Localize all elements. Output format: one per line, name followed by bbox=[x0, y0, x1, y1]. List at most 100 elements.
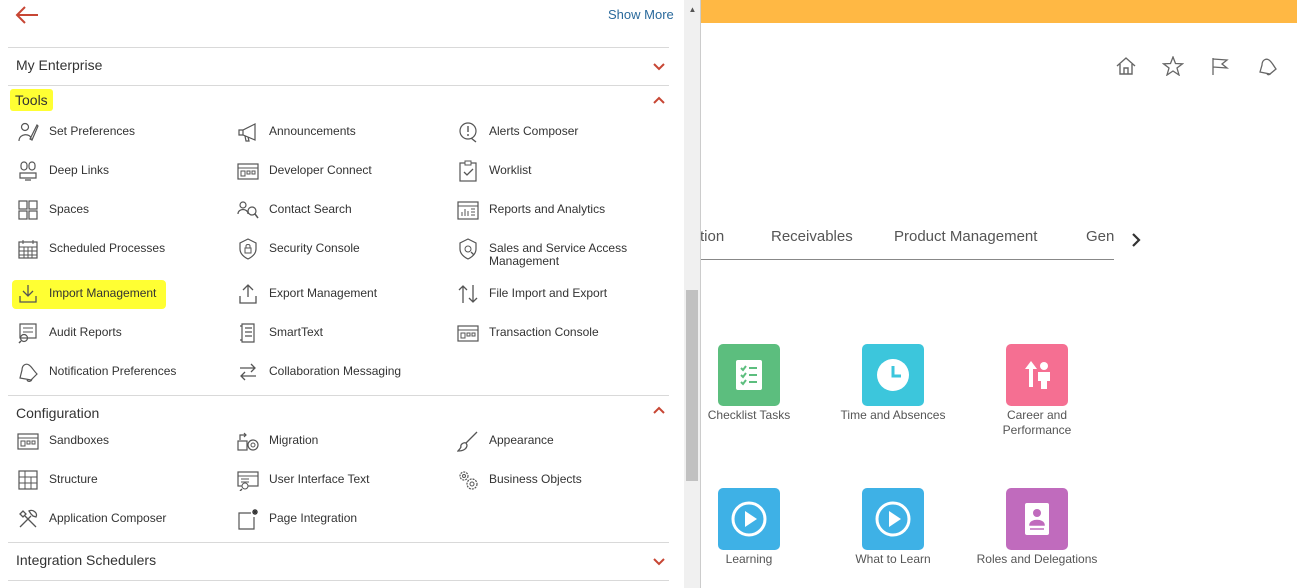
audit-reports-icon bbox=[16, 321, 40, 345]
smarttext-icon bbox=[236, 321, 260, 345]
bell-icon bbox=[16, 360, 40, 384]
nav-item-security-console[interactable]: Security Console bbox=[236, 237, 360, 261]
tile-what-to-learn[interactable]: What to Learn bbox=[828, 488, 958, 567]
play-icon bbox=[718, 488, 780, 550]
calendar-icon bbox=[16, 237, 40, 261]
nav-item-notification-preferences[interactable]: Notification Preferences bbox=[16, 360, 176, 384]
divider bbox=[8, 85, 669, 86]
chevron-up-icon[interactable] bbox=[651, 404, 667, 416]
career-icon bbox=[1006, 344, 1068, 406]
chevron-down-icon[interactable] bbox=[651, 61, 667, 73]
structure-icon bbox=[16, 468, 40, 492]
tile-time-and-absences[interactable]: Time and Absences bbox=[828, 344, 958, 423]
tab-receivables[interactable]: Receivables bbox=[771, 228, 853, 245]
header-icons bbox=[1112, 54, 1297, 78]
section-my-enterprise[interactable]: My Enterprise bbox=[16, 57, 102, 73]
alert-icon bbox=[456, 120, 480, 144]
tab-partial-right[interactable]: Gen bbox=[1086, 228, 1114, 245]
tile-checklist-tasks[interactable]: Checklist Tasks bbox=[684, 344, 814, 423]
export-icon bbox=[236, 282, 260, 306]
nav-item-announcements[interactable]: Announcements bbox=[236, 120, 356, 144]
tabs-next-chevron-icon[interactable] bbox=[1126, 229, 1146, 251]
favorites-star-icon[interactable] bbox=[1159, 54, 1187, 78]
megaphone-icon bbox=[236, 120, 260, 144]
brush-icon bbox=[456, 429, 480, 453]
play-icon bbox=[862, 488, 924, 550]
nav-item-alerts-composer[interactable]: Alerts Composer bbox=[456, 120, 578, 144]
ui-text-icon bbox=[236, 468, 260, 492]
contact-search-icon bbox=[236, 198, 260, 222]
sandbox-icon bbox=[16, 429, 40, 453]
app-tab-strip: tion Receivables Product Management Gen bbox=[700, 226, 1114, 260]
nav-item-worklist[interactable]: Worklist bbox=[456, 159, 531, 183]
nav-item-export-management[interactable]: Export Management bbox=[236, 282, 377, 306]
nav-item-sales-service-access-management[interactable]: Sales and Service Access Management bbox=[456, 237, 639, 268]
nav-item-transaction-console[interactable]: Transaction Console bbox=[456, 321, 599, 345]
nav-item-file-import-and-export[interactable]: File Import and Export bbox=[456, 282, 607, 306]
back-arrow-icon[interactable] bbox=[14, 4, 40, 26]
tab-partial-left[interactable]: tion bbox=[700, 228, 724, 245]
show-more-link[interactable]: Show More bbox=[608, 7, 674, 22]
import-icon bbox=[16, 282, 40, 306]
shield-gear-icon bbox=[456, 237, 480, 261]
section-configuration[interactable]: Configuration bbox=[16, 405, 99, 421]
nav-item-user-interface-text[interactable]: User Interface Text bbox=[236, 468, 370, 492]
lock-icon bbox=[236, 237, 260, 261]
file-import-export-icon bbox=[456, 282, 480, 306]
top-banner bbox=[700, 0, 1297, 23]
chevron-down-icon[interactable] bbox=[651, 556, 667, 568]
divider bbox=[8, 580, 669, 581]
clock-icon bbox=[862, 344, 924, 406]
worklist-icon bbox=[456, 159, 480, 183]
nav-item-scheduled-processes[interactable]: Scheduled Processes bbox=[16, 237, 165, 261]
tile-learning[interactable]: Learning bbox=[684, 488, 814, 567]
nav-item-collaboration-messaging[interactable]: Collaboration Messaging bbox=[236, 360, 401, 384]
chevron-up-icon[interactable] bbox=[651, 94, 667, 106]
scrollbar-thumb[interactable] bbox=[686, 290, 698, 481]
developer-connect-icon bbox=[236, 159, 260, 183]
tile-label: Roles and Delegations bbox=[976, 552, 1098, 566]
nav-item-application-composer[interactable]: Application Composer bbox=[16, 507, 166, 531]
tile-career-and-performance[interactable]: Career and Performance bbox=[972, 344, 1102, 438]
tile-roles-and-delegations[interactable]: Roles and Delegations bbox=[972, 488, 1102, 567]
nav-item-audit-reports[interactable]: Audit Reports bbox=[16, 321, 122, 345]
notifications-bell-icon[interactable] bbox=[1253, 54, 1281, 78]
scroll-up-arrow-icon[interactable]: ▲ bbox=[684, 0, 701, 18]
badge-icon bbox=[1006, 488, 1068, 550]
watchlist-flag-icon[interactable] bbox=[1206, 54, 1234, 78]
messaging-icon bbox=[236, 360, 260, 384]
nav-item-appearance[interactable]: Appearance bbox=[456, 429, 554, 453]
tools-icon bbox=[16, 507, 40, 531]
transaction-console-icon bbox=[456, 321, 480, 345]
navigator-scrollbar[interactable]: ▲ bbox=[684, 0, 701, 588]
tile-label: Career and Performance bbox=[1002, 408, 1072, 437]
reports-icon bbox=[456, 198, 480, 222]
nav-item-reports-and-analytics[interactable]: Reports and Analytics bbox=[456, 198, 605, 222]
tile-label: Time and Absences bbox=[840, 408, 946, 422]
nav-item-sandboxes[interactable]: Sandboxes bbox=[16, 429, 109, 453]
navigator-panel: Show More My Enterprise Tools Set Prefer… bbox=[0, 0, 684, 588]
nav-item-deep-links[interactable]: Deep Links bbox=[16, 159, 109, 183]
nav-item-set-preferences[interactable]: Set Preferences bbox=[16, 120, 135, 144]
nav-item-page-integration[interactable]: Page Integration bbox=[236, 507, 357, 531]
checklist-icon bbox=[718, 344, 780, 406]
divider bbox=[8, 395, 669, 396]
tile-label: Checklist Tasks bbox=[707, 408, 791, 422]
tile-label: Learning bbox=[725, 552, 773, 566]
section-tools[interactable]: Tools bbox=[10, 89, 53, 111]
nav-item-business-objects[interactable]: Business Objects bbox=[456, 468, 582, 492]
deep-links-icon bbox=[16, 159, 40, 183]
home-icon[interactable] bbox=[1112, 54, 1140, 78]
nav-item-structure[interactable]: Structure bbox=[16, 468, 98, 492]
set-preferences-icon bbox=[16, 120, 40, 144]
divider bbox=[8, 542, 669, 543]
nav-item-spaces[interactable]: Spaces bbox=[16, 198, 89, 222]
nav-item-developer-connect[interactable]: Developer Connect bbox=[236, 159, 372, 183]
migration-icon bbox=[236, 429, 260, 453]
tab-product-management[interactable]: Product Management bbox=[894, 228, 1037, 245]
nav-item-contact-search[interactable]: Contact Search bbox=[236, 198, 352, 222]
nav-item-migration[interactable]: Migration bbox=[236, 429, 318, 453]
section-integration-schedulers[interactable]: Integration Schedulers bbox=[16, 552, 156, 568]
nav-item-smarttext[interactable]: SmartText bbox=[236, 321, 323, 345]
nav-item-import-management[interactable]: Import Management bbox=[12, 280, 167, 309]
